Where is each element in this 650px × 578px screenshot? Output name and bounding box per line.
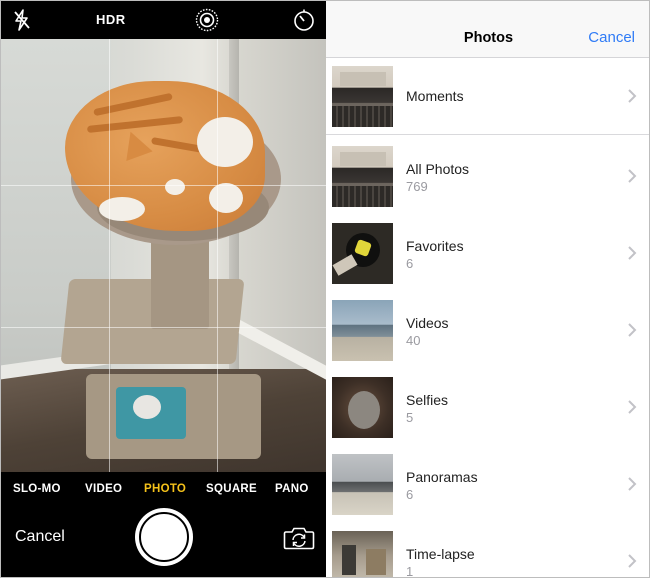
flash-off-icon[interactable]	[12, 9, 32, 31]
hdr-toggle[interactable]: HDR	[96, 12, 126, 27]
cat-paw	[209, 183, 243, 213]
album-label: Time-lapse	[406, 546, 475, 562]
mode-pano[interactable]: PANO	[275, 483, 309, 495]
album-row-favorites[interactable]: Favorites 6	[326, 215, 649, 292]
cat-white-fur	[197, 117, 253, 167]
album-count: 6	[406, 487, 414, 502]
grid-line	[1, 185, 326, 186]
album-thumbnail	[332, 223, 393, 284]
camera-mode-selector: SLO-MO VIDEO PHOTO SQUARE PANO	[1, 472, 326, 506]
photos-cancel-button[interactable]: Cancel	[588, 29, 635, 46]
grid-line	[109, 39, 110, 472]
album-thumbnail	[332, 66, 393, 127]
cat-paw	[165, 179, 185, 195]
cat-paw	[99, 197, 145, 221]
album-count: 5	[406, 410, 414, 425]
photos-picker: Photos Cancel Moments All Photos 769 Fav…	[326, 1, 649, 578]
toy-ball	[133, 395, 161, 419]
timer-icon[interactable]	[292, 8, 316, 32]
album-label: Videos	[406, 315, 449, 331]
camera-top-bar: HDR	[1, 1, 326, 39]
mode-photo[interactable]: PHOTO	[144, 483, 186, 495]
album-label: All Photos	[406, 161, 470, 177]
album-label: Panoramas	[406, 469, 478, 485]
chevron-right-icon	[628, 89, 637, 103]
grid-line	[1, 327, 326, 328]
chevron-right-icon	[628, 169, 637, 183]
mode-square[interactable]: SQUARE	[206, 483, 257, 495]
chevron-right-icon	[628, 554, 637, 568]
album-label: Selfies	[406, 392, 449, 408]
chevron-right-icon	[628, 246, 637, 260]
album-row-selfies[interactable]: Selfies 5	[326, 369, 649, 446]
chevron-right-icon	[628, 323, 637, 337]
album-thumbnail	[332, 300, 393, 361]
album-count: 1	[406, 564, 414, 578]
navigation-bar: Photos Cancel	[326, 1, 649, 58]
mode-video[interactable]: VIDEO	[85, 483, 122, 495]
album-count: 40	[406, 333, 421, 348]
chevron-right-icon	[628, 400, 637, 414]
album-row-panoramas[interactable]: Panoramas 6	[326, 446, 649, 523]
album-thumbnail	[332, 146, 393, 207]
camera-cancel-button[interactable]: Cancel	[15, 528, 65, 546]
camera-screen: HDR SLO-MO VIDEO PHOTO SQUARE PANO Cance…	[1, 1, 326, 577]
album-thumbnail	[332, 454, 393, 515]
album-row-time-lapse[interactable]: Time-lapse 1	[326, 523, 649, 578]
album-count: 769	[406, 179, 428, 194]
album-label: Moments	[406, 88, 464, 104]
album-row-moments[interactable]: Moments	[326, 58, 649, 135]
camera-bottom-bar: Cancel	[1, 506, 326, 577]
album-count: 6	[406, 256, 414, 271]
shutter-button-icon[interactable]	[135, 508, 193, 566]
album-row-all-photos[interactable]: All Photos 769	[326, 138, 649, 215]
album-label: Favorites	[406, 238, 464, 254]
camera-flip-icon[interactable]	[283, 526, 315, 550]
live-photo-icon[interactable]	[195, 8, 219, 32]
album-thumbnail	[332, 531, 393, 577]
camera-viewfinder[interactable]	[1, 39, 326, 472]
album-row-videos[interactable]: Videos 40	[326, 292, 649, 369]
screenshot-frame: HDR SLO-MO VIDEO PHOTO SQUARE PANO Cance…	[0, 0, 650, 578]
shutter-ring	[139, 512, 189, 562]
chevron-right-icon	[628, 477, 637, 491]
mode-slo-mo[interactable]: SLO-MO	[13, 483, 61, 495]
grid-line	[217, 39, 218, 472]
album-thumbnail	[332, 377, 393, 438]
